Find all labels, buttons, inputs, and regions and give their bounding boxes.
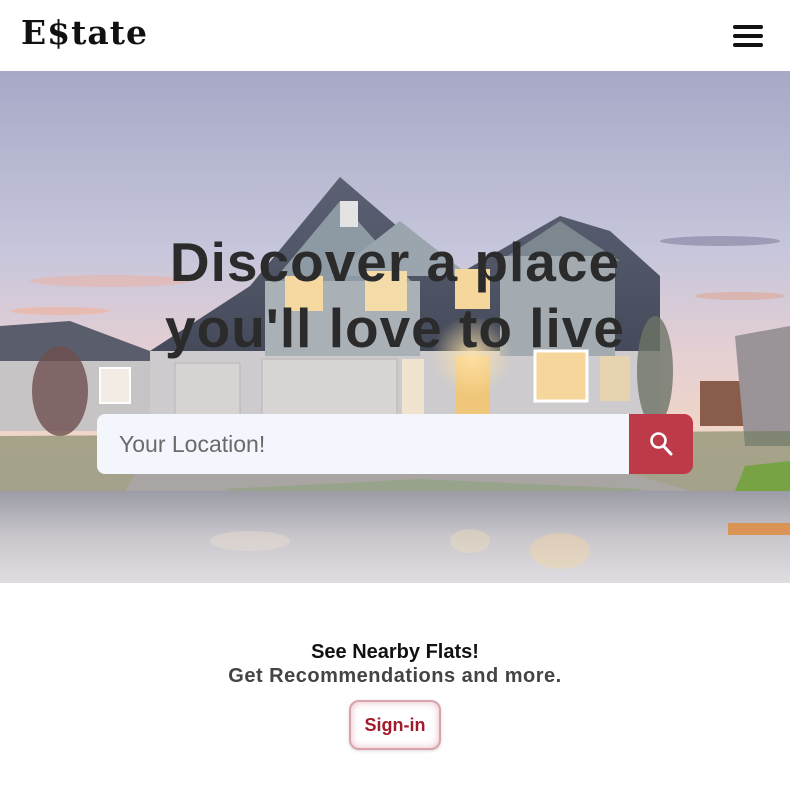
hero-headline-line-1: Discover a place [169, 231, 621, 293]
menu-bar [733, 25, 763, 29]
nearby-flats-title: See Nearby Flats! [311, 641, 479, 663]
site-header: E$tate [0, 0, 790, 71]
menu-bar [733, 43, 763, 47]
search-icon [650, 432, 673, 456]
hero-headline: Discover a place you'll love to live [95, 229, 695, 361]
location-search [97, 414, 693, 474]
recommendations-subtitle: Get Recommendations and more. [228, 665, 562, 687]
hamburger-menu-icon[interactable] [730, 22, 766, 50]
menu-bar [733, 34, 763, 38]
brand-logo[interactable]: E$tate [21, 12, 148, 54]
nearby-flats-section: See Nearby Flats! Get Recommendations an… [0, 640, 790, 688]
hero-banner: Discover a place you'll love to live [0, 71, 790, 583]
search-button[interactable] [629, 414, 693, 474]
hero-headline-line-2: you'll love to live [165, 297, 625, 359]
sign-in-button[interactable]: Sign-in [349, 700, 441, 750]
location-search-input[interactable] [97, 414, 629, 474]
